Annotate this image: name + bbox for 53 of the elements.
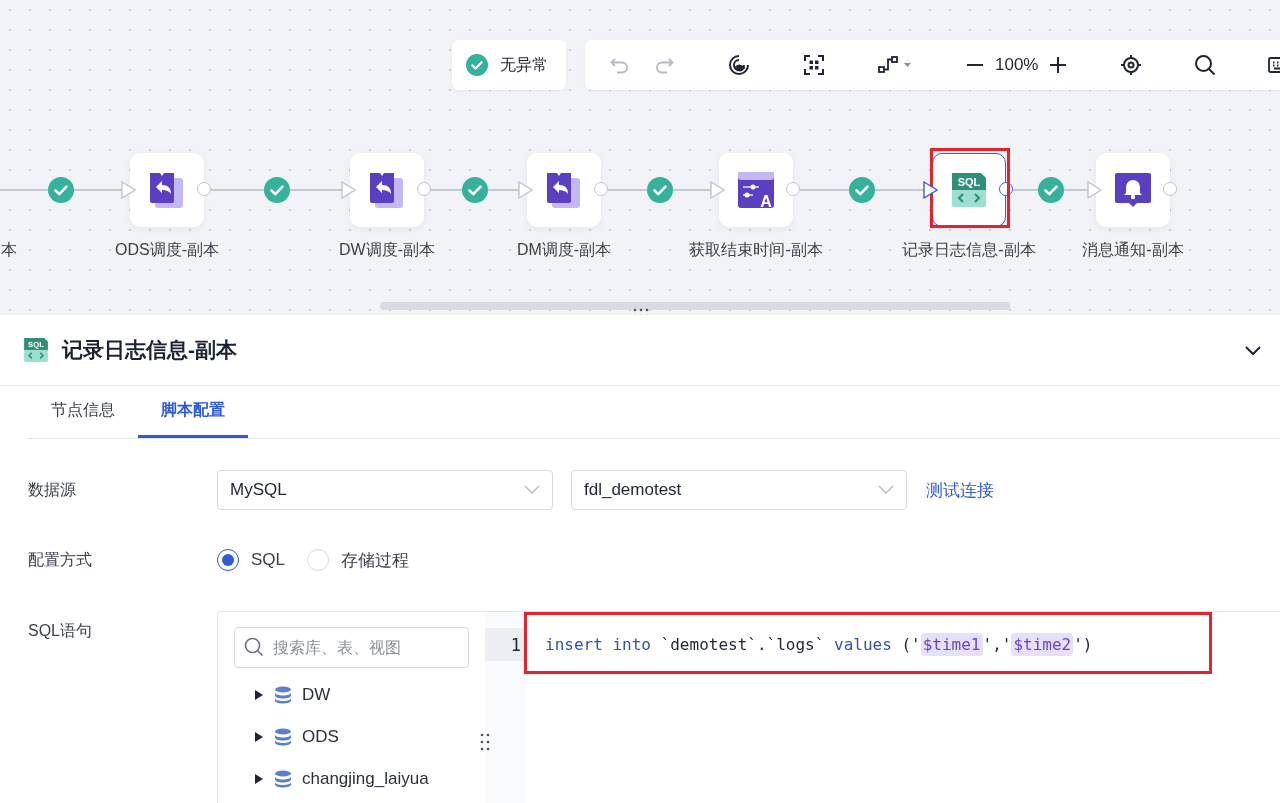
- tree-item[interactable]: DW: [234, 674, 469, 716]
- flow-node[interactable]: A: [719, 153, 793, 227]
- scrollbar[interactable]: [380, 302, 1010, 310]
- node-label: 记录日志信息-副本: [902, 240, 1036, 260]
- select-field[interactable]: MySQL: [217, 470, 553, 510]
- radio-option[interactable]: SQL: [217, 549, 286, 571]
- database-icon: [274, 770, 292, 788]
- tab[interactable]: 节点信息: [28, 386, 138, 438]
- code-line[interactable]: insert into `demotest`.`logs` values ('$time1','$time2'): [527, 628, 1280, 661]
- node-label: ODS调度-副本: [115, 240, 219, 260]
- output-port-icon: [786, 182, 800, 196]
- input-port-icon: [341, 181, 356, 199]
- node-label: 本: [1, 240, 17, 260]
- input-port-icon: [710, 181, 725, 199]
- chevron-icon[interactable]: [1244, 344, 1262, 356]
- tree-item[interactable]: changjing_laiyua: [234, 758, 469, 800]
- flow-node[interactable]: [1096, 153, 1170, 227]
- node-label: DW调度-副本: [339, 240, 435, 260]
- search-icon: [244, 637, 264, 657]
- sliders-icon: A: [736, 170, 776, 210]
- field-label: 数据源: [28, 479, 77, 500]
- node-label: 获取结束时间-副本: [689, 240, 823, 260]
- dropdown-caret-icon: [524, 485, 540, 495]
- dropdown-caret-icon: [878, 485, 894, 495]
- input-port-icon: [518, 181, 533, 199]
- tree-item[interactable]: ODS: [234, 716, 469, 758]
- flow-node[interactable]: [130, 153, 204, 227]
- output-port-icon: [594, 182, 608, 196]
- input-port-icon: [923, 181, 938, 199]
- input-port-icon: [121, 181, 136, 199]
- flow-node[interactable]: SQL: [932, 153, 1006, 227]
- tab[interactable]: 脚本配置: [138, 386, 248, 438]
- field-label: 配置方式: [28, 549, 93, 570]
- radio-option[interactable]: 存储过程: [307, 548, 410, 572]
- flow-node[interactable]: [350, 153, 424, 227]
- input-port-icon: [1087, 181, 1102, 199]
- panel-title: 记录日志信息-副本: [62, 337, 238, 363]
- field-label: SQL语句: [28, 621, 93, 641]
- bell-icon: [1113, 170, 1153, 210]
- zoom-level: 100%: [995, 55, 1039, 75]
- test-connection-link[interactable]: 测试连接: [926, 478, 994, 502]
- flow-node[interactable]: [527, 153, 601, 227]
- output-port-icon: [1163, 182, 1177, 196]
- output-port-icon: [417, 182, 431, 196]
- status-label: 无异常: [500, 54, 548, 75]
- node-label: DM调度-副本: [516, 240, 612, 260]
- line-number: 1: [485, 628, 527, 661]
- database-icon: [274, 728, 292, 746]
- select-field[interactable]: fdl_demotest: [571, 470, 907, 510]
- output-port-icon: [197, 182, 211, 196]
- search-field[interactable]: 搜索库、表、视图: [234, 627, 469, 668]
- database-icon: [274, 686, 292, 704]
- node-label: 消息通知-副本: [1082, 240, 1184, 260]
